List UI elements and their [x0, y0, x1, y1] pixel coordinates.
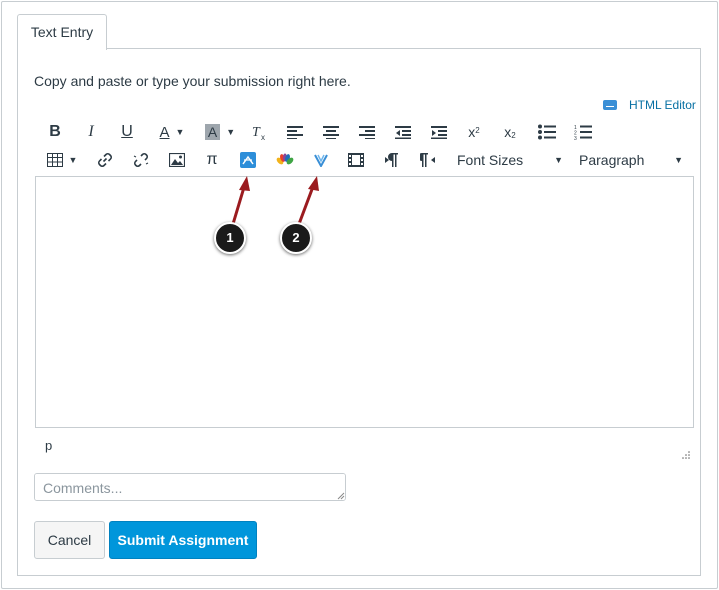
callout-badge-2: 2: [280, 222, 312, 254]
callout-arrows: [231, 176, 319, 225]
cancel-button[interactable]: Cancel: [34, 521, 105, 559]
resize-handle-icon[interactable]: [680, 451, 690, 461]
comments-field[interactable]: [34, 473, 346, 501]
callout-badge-1: 1: [214, 222, 246, 254]
textarea-resize-icon[interactable]: [337, 492, 345, 500]
tab-text-entry[interactable]: Text Entry: [17, 14, 107, 50]
submit-assignment-button[interactable]: Submit Assignment: [109, 521, 257, 559]
element-path: p: [45, 438, 53, 453]
